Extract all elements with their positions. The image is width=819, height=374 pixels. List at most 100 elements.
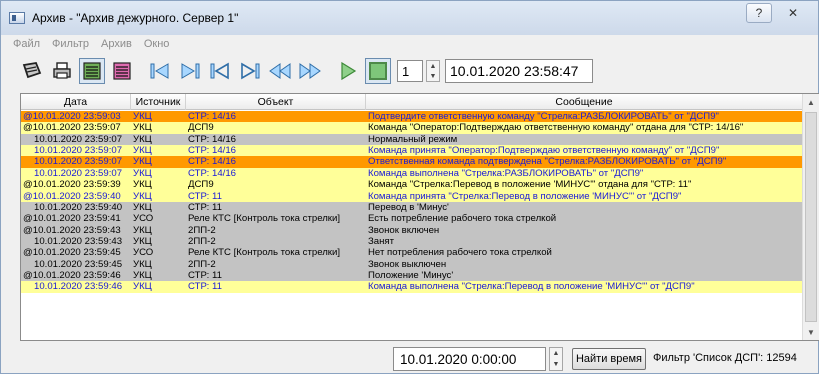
list-view-button[interactable] [79,58,105,84]
table-row[interactable]: @10.01.2020 23:59:03 УКЦ СТР: 14/16 Подтвер… [21,111,803,123]
cell-date: 10.01.2020 23:59:46 [34,281,123,293]
archive-table: Дата Источник Объект Сообщение @10.01.20… [20,93,819,341]
spin-up-icon[interactable]: ▲ [553,350,560,357]
fast-forward-button[interactable] [297,58,323,84]
menu-archive[interactable]: Архив [101,38,132,50]
step-back-button[interactable] [207,58,233,84]
table-row[interactable]: 10.01.2020 23:59:45 УКЦ 2ПП-2 Звонок выключ… [21,258,803,271]
table-row[interactable]: @10.01.2020 23:59:43 УКЦ 2ПП-2 Звонок включ… [21,224,803,236]
cell-source: УКЦ [133,179,152,191]
scroll-down-icon[interactable]: ▼ [803,324,819,340]
table-row[interactable]: 10.01.2020 23:59:07 УКЦ СТР: 14/16 Команда … [21,145,803,157]
table-row[interactable]: @10.01.2020 23:59:46 УКЦ СТР: 11 Положение … [21,270,803,282]
filter-status: Фильтр 'Список ДСП': 12594 [653,352,797,364]
column-header-object[interactable]: Объект [186,94,366,110]
archive-window: Архив - "Архив дежурного. Сервер 1" ? ✕ … [0,0,819,374]
skip-to-start-icon [150,63,169,79]
cell-date: 10.01.2020 23:59:07 [34,156,123,168]
cell-date: 10.01.2020 23:59:07 [34,133,123,145]
cell-message: Положение 'Минус' [368,270,454,282]
table-row[interactable]: @10.01.2020 23:59:40 УКЦ СТР: 11 Команда пр… [21,190,803,202]
color-table-icon [113,62,131,80]
cell-message: Ответственная команда подтверждена "Стре… [368,156,727,168]
column-header-message[interactable]: Сообщение [366,94,803,110]
spin-down-icon[interactable]: ▼ [430,73,437,80]
table-row[interactable]: @10.01.2020 23:59:39 УКЦ ДСП9 Команда "Стре… [21,179,803,191]
spin-up-icon[interactable]: ▲ [430,63,437,70]
cell-source: УКЦ [133,111,152,122]
list-icon [83,62,101,80]
table-row[interactable]: 10.01.2020 23:59:46 УКЦ СТР: 11 Команда вып… [21,281,803,293]
cell-message: Нет потребления рабочего тока стрелкой [368,247,552,259]
cell-object: СТР: 11 [188,201,222,213]
cell-source: УКЦ [133,156,152,168]
cell-message: Команда принята "Стрелка:Перевод в полож… [368,190,682,202]
find-time-button[interactable]: Найти время [572,348,646,370]
close-button[interactable]: ✕ [774,3,812,23]
cell-object: СТР: 14/16 [188,145,236,157]
window-title: Архив - "Архив дежурного. Сервер 1" [32,11,239,25]
menu-window[interactable]: Окно [144,38,170,50]
scroll-thumb[interactable] [805,112,817,322]
cell-source: УКЦ [133,133,152,145]
cell-object: СТР: 14/16 [188,167,236,179]
find-time-spinner[interactable]: ▲ ▼ [549,347,563,371]
menu-bar: Файл Фильтр Архив Окно [1,35,818,53]
cell-source: УКЦ [133,201,152,213]
cell-date: @10.01.2020 23:59:39 [23,179,121,191]
cell-source: УКЦ [133,235,152,247]
open-archive-button[interactable] [19,58,45,84]
column-header-date[interactable]: Дата [21,94,131,110]
scroll-up-icon[interactable]: ▲ [803,94,819,110]
cell-object: 2ПП-2 [188,258,216,270]
cell-source: УКЦ [133,167,152,179]
go-first-button[interactable] [147,58,173,84]
bottom-bar: 10.01.2020 0:00:00 ▲ ▼ Найти время Фильт… [1,343,818,373]
table-row[interactable]: @10.01.2020 23:59:07 УКЦ ДСП9 Команда "Опер… [21,122,803,134]
table-header: Дата Источник Объект Сообщение [21,94,803,110]
cell-date: 10.01.2020 23:59:07 [34,167,123,179]
table-row[interactable]: @10.01.2020 23:59:41 УСО Реле КТС [Контрол… [21,213,803,225]
play-button[interactable] [335,58,361,84]
help-button[interactable]: ? [746,3,772,23]
count-input[interactable]: 1 [397,60,423,82]
table-row[interactable]: 10.01.2020 23:59:07 УКЦ СТР: 14/16 Нормальн… [21,133,803,146]
printer-icon [53,62,71,79]
go-last-button[interactable] [177,58,203,84]
step-forward-icon [241,62,260,80]
cell-date: 10.01.2020 23:59:40 [34,201,123,213]
cell-source: УКЦ [133,270,152,282]
cell-date: @10.01.2020 23:59:07 [23,122,121,134]
current-datetime-field[interactable]: 10.01.2020 23:58:47 [445,59,593,83]
cell-source: УКЦ [133,281,152,293]
table-view-button[interactable] [109,58,135,84]
cell-date: @10.01.2020 23:59:03 [23,111,121,122]
step-forward-button[interactable] [237,58,263,84]
app-window-icon [9,12,25,24]
print-button[interactable] [49,58,75,84]
cell-object: ДСП9 [188,179,214,191]
count-spinner[interactable]: ▲ ▼ [426,60,440,82]
table-row[interactable]: 10.01.2020 23:59:40 УКЦ СТР: 11 Перевод в '… [21,201,803,214]
spin-down-icon[interactable]: ▼ [553,361,560,368]
cell-source: УКЦ [133,224,152,236]
menu-file[interactable]: Файл [13,38,40,50]
cell-message: Звонок выключен [368,258,447,270]
rewind-button[interactable] [267,58,293,84]
table-row[interactable]: @10.01.2020 23:59:45 УСО Реле КТС [Контрол… [21,247,803,259]
cell-source: УКЦ [133,190,152,202]
find-time-field[interactable]: 10.01.2020 0:00:00 [393,347,546,371]
stop-button[interactable] [365,58,391,84]
cell-date: @10.01.2020 23:59:40 [23,190,121,202]
menu-filter[interactable]: Фильтр [52,38,89,50]
cell-object: СТР: 11 [188,281,222,293]
table-row[interactable]: 10.01.2020 23:59:07 УКЦ СТР: 14/16 Команда … [21,167,803,180]
column-header-source[interactable]: Источник [131,94,186,110]
cell-date: 10.01.2020 23:59:45 [34,258,123,270]
vertical-scrollbar[interactable]: ▲ ▼ [802,94,819,340]
table-row[interactable]: 10.01.2020 23:59:07 УКЦ СТР: 14/16 Ответств… [21,156,803,168]
cell-message: Команда выполнена "Стрелка:РАЗБЛОКИРОВАТ… [368,167,644,179]
table-row[interactable]: 10.01.2020 23:59:43 УКЦ 2ПП-2 Занят [21,235,803,248]
cell-date: 10.01.2020 23:59:07 [34,145,123,157]
cell-date: @10.01.2020 23:59:46 [23,270,121,282]
